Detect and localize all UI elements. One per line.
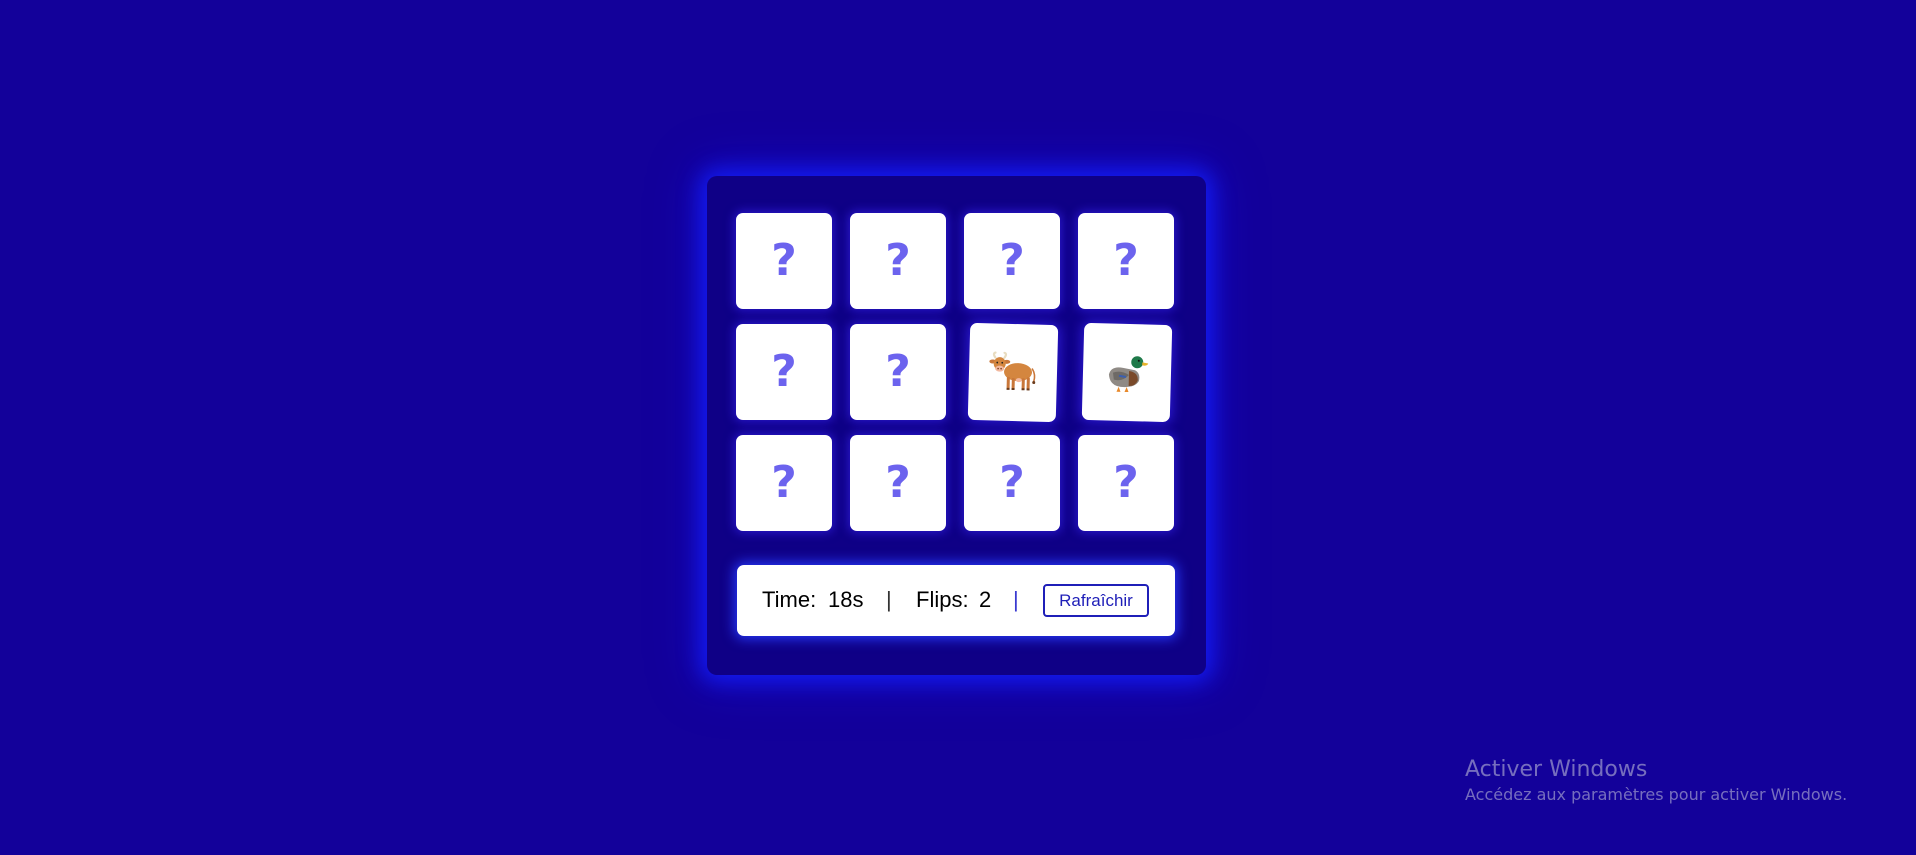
memory-game-page: ? ? ? ? ? ? ? ? ? ? Time: 18s | Flips: 2…	[0, 0, 1916, 855]
card-hidden[interactable]: ?	[850, 435, 946, 531]
stats-bar: Time: 18s | Flips: 2 | Rafraîchir	[737, 565, 1175, 636]
separator: |	[1013, 587, 1019, 612]
card-flipped-cow[interactable]	[967, 322, 1059, 423]
question-mark-icon: ?	[1113, 457, 1139, 508]
question-mark-icon: ?	[885, 457, 911, 508]
flips-value: 2	[979, 587, 992, 612]
time-label: Time:	[762, 587, 817, 612]
card-hidden[interactable]: ?	[736, 213, 832, 309]
card-hidden[interactable]: ?	[736, 435, 832, 531]
question-mark-icon: ?	[771, 235, 797, 286]
windows-activation-watermark: Activer Windows Accédez aux paramètres p…	[1465, 756, 1847, 806]
time-value: 18s	[828, 587, 864, 612]
card-hidden[interactable]: ?	[850, 324, 946, 420]
game-board: ? ? ? ? ? ? ? ? ? ? Time: 18s | Flips: 2…	[707, 176, 1206, 675]
question-mark-icon: ?	[771, 457, 797, 508]
card-hidden[interactable]: ?	[736, 324, 832, 420]
duck-icon	[1108, 355, 1149, 392]
question-mark-icon: ?	[1113, 235, 1139, 286]
watermark-subtitle: Accédez aux paramètres pour activer Wind…	[1465, 785, 1848, 804]
question-mark-icon: ?	[771, 346, 797, 397]
card-hidden[interactable]: ?	[1078, 435, 1174, 531]
question-mark-icon: ?	[999, 457, 1025, 508]
question-mark-icon: ?	[999, 235, 1025, 286]
separator: |	[886, 587, 892, 612]
card-hidden[interactable]: ?	[964, 213, 1060, 309]
refresh-button[interactable]: Rafraîchir	[1043, 584, 1149, 617]
watermark-title: Activer Windows	[1465, 757, 1648, 782]
card-flipped-duck[interactable]	[1081, 322, 1173, 423]
question-mark-icon: ?	[885, 235, 911, 286]
flips-label: Flips:	[916, 587, 969, 612]
cow-icon	[989, 350, 1036, 390]
card-hidden[interactable]: ?	[850, 213, 946, 309]
question-mark-icon: ?	[885, 346, 911, 397]
card-hidden[interactable]: ?	[964, 435, 1060, 531]
card-hidden[interactable]: ?	[1078, 213, 1174, 309]
